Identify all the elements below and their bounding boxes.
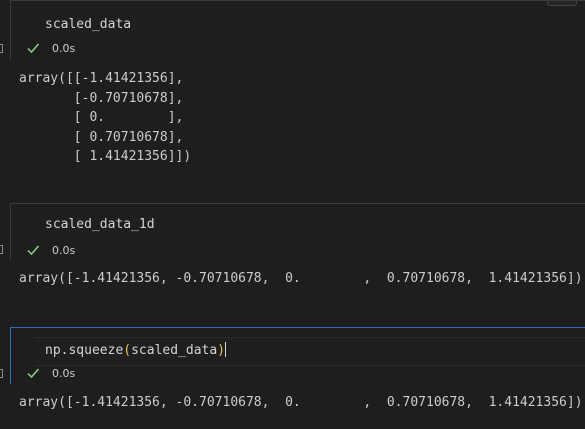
code-function: np.squeeze (45, 343, 124, 358)
cell-2-status: 0.0s (26, 243, 75, 257)
code-argument: scaled_data (131, 343, 218, 358)
check-icon (27, 43, 40, 54)
cell-2-collapse-handle[interactable] (0, 245, 3, 254)
cell-2-output: array([-1.41421356, -0.70710678, 0. , 0.… (19, 271, 583, 286)
check-icon (27, 368, 40, 379)
cell-1-duration: 0.0s (52, 41, 76, 55)
cell-2-code[interactable]: scaled_data_1d (45, 217, 155, 233)
code-close-paren: ) (217, 343, 226, 358)
cell-1-editor[interactable]: scaled_data (34, 12, 585, 40)
cell-1-code[interactable]: scaled_data (45, 17, 131, 33)
check-icon (27, 245, 40, 256)
cell-3-code[interactable]: np.squeeze(scaled_data) (45, 342, 227, 359)
cell-3-editor[interactable]: np.squeeze(scaled_data) (34, 337, 585, 366)
cell-3-collapse-handle[interactable] (0, 369, 3, 378)
cell-1-collapse-handle[interactable] (0, 44, 3, 53)
cell-3-duration: 0.0s (52, 366, 76, 380)
cell-1-status: 0.0s (26, 41, 75, 55)
cell-1-output: array([[-1.41421356], [-0.70710678], [ 0… (19, 71, 192, 164)
code-open-paren: ( (123, 343, 132, 358)
cell-2-duration: 0.0s (52, 243, 76, 257)
text-cursor (225, 342, 227, 357)
cell-3-output: array([-1.41421356, -0.70710678, 0. , 0.… (19, 395, 583, 410)
cell-3-status: 0.0s (26, 366, 75, 380)
cell-2-editor[interactable]: scaled_data_1d (34, 213, 585, 241)
